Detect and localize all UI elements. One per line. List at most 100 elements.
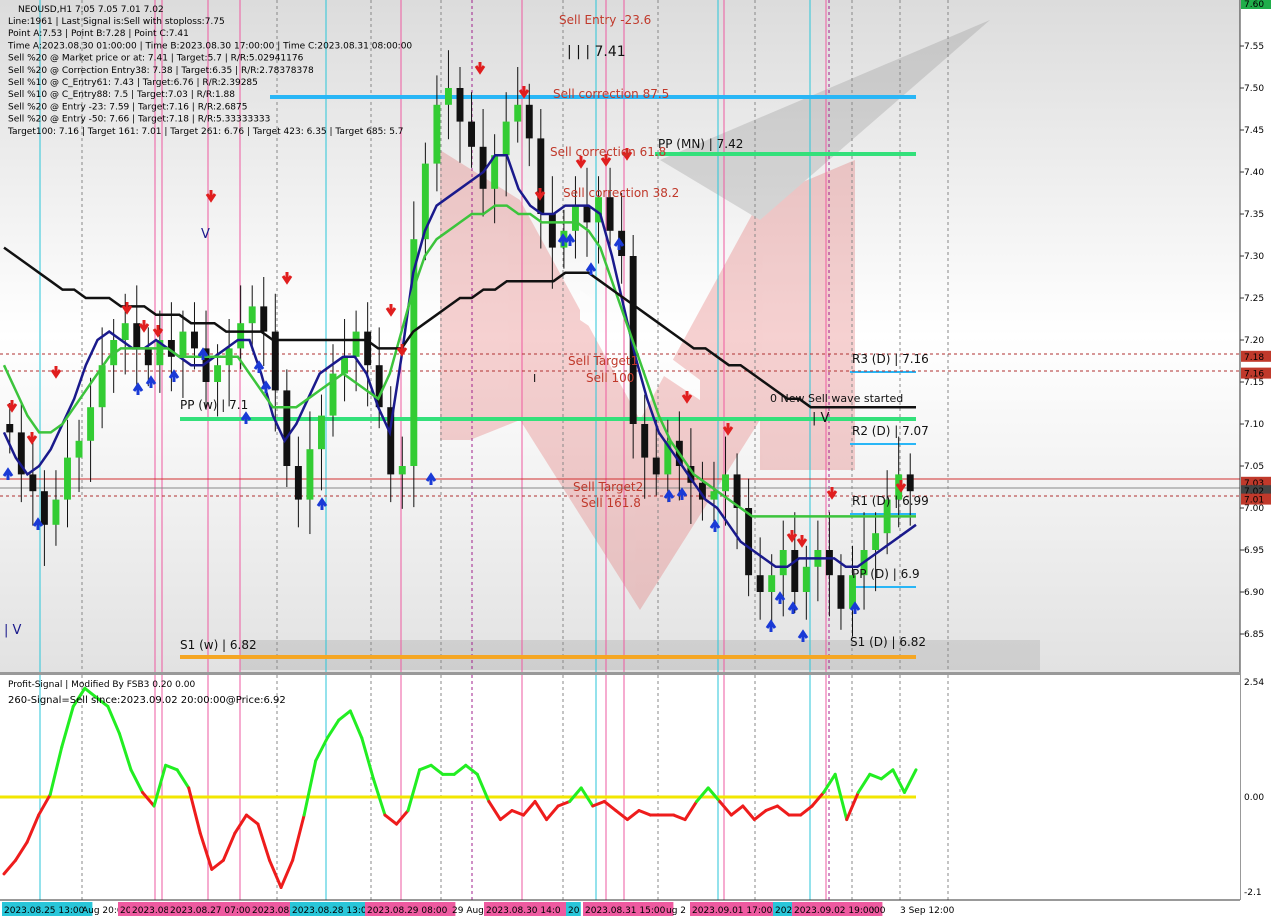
time-label: 20 xyxy=(120,906,132,916)
indicator-tick-label: -2.1 xyxy=(1244,888,1262,898)
candle-body xyxy=(306,449,314,500)
candle-body xyxy=(652,457,660,475)
candle-body xyxy=(40,491,48,525)
price-tick-label: 6.85 xyxy=(1244,630,1264,640)
price-tag-label: 7.60 xyxy=(1244,0,1264,10)
candle-body xyxy=(283,390,291,466)
time-label: 2023.08.31 15:00 xyxy=(585,906,666,916)
candle-body xyxy=(179,331,187,357)
sell-target1-label: Sell Target1 xyxy=(568,354,638,368)
candle-body xyxy=(571,205,579,231)
candle-body xyxy=(260,306,268,332)
info-line: Sell %10 @ C_Entry88: 7.5 | Target:7.03 … xyxy=(8,90,235,100)
pp-monthly-label: PP (MN) | 7.42 xyxy=(658,137,743,151)
info-line: Sell %10 @ C_Entry61: 7.43 | Target:6.76… xyxy=(8,78,258,88)
candle-body xyxy=(294,466,302,500)
time-label: :00 xyxy=(871,906,886,916)
v-mark-top: V xyxy=(201,227,210,242)
indicator-title: Profit-Signal | Modified By FSB3 0.20 0.… xyxy=(8,680,195,690)
price-tick-label: 7.20 xyxy=(1244,336,1264,346)
price-tick-label: 6.90 xyxy=(1244,588,1264,598)
r1-daily-label: R1 (D) | 6.99 xyxy=(852,494,929,508)
pp-weekly-label: PP (w) | 7.1 xyxy=(180,398,248,412)
candle-body xyxy=(456,88,464,122)
info-line: Line:1961 | Last Signal is:Sell with sto… xyxy=(8,17,225,27)
candle-body xyxy=(398,466,406,475)
sell-100-label: Sell 100 xyxy=(586,371,634,385)
sell-1618-label: Sell 161.8 xyxy=(581,496,641,510)
time-label: 29 Aug xyxy=(452,906,484,916)
time-label: 2023.08. xyxy=(132,906,172,916)
indicator-pane[interactable] xyxy=(0,675,1240,900)
candle-body xyxy=(133,323,141,349)
i-mark: I xyxy=(533,372,536,385)
time-label: 2023.08.29 08:00 xyxy=(367,906,448,916)
info-line: Point A:7.53 | Point B:7.28 | Point C:7.… xyxy=(8,29,189,39)
candle-body xyxy=(872,533,880,550)
candle-body xyxy=(364,331,372,366)
time-label: 2023.08. xyxy=(252,906,292,916)
candle-body xyxy=(144,348,152,366)
s1-weekly-label: S1 (w) | 6.82 xyxy=(180,638,257,652)
candle-body xyxy=(525,104,533,139)
price-tag-label: 7.18 xyxy=(1244,353,1264,363)
candle-body xyxy=(837,575,845,609)
price-tick-label: 7.30 xyxy=(1244,252,1264,262)
candle-body xyxy=(191,331,198,349)
time-label: 2023.09.02 19:00 xyxy=(794,906,875,916)
info-line: Sell %20 @ Market price or at: 7.41 | Ta… xyxy=(8,54,304,64)
candle-body xyxy=(444,88,452,105)
indicator-tick-label: 2.54 xyxy=(1244,678,1264,688)
sell-correction-382-label: Sell correction 38.2 xyxy=(563,186,679,200)
price-tick-label: 7.55 xyxy=(1244,42,1264,52)
info-line: Target100: 7.16 | Target 161: 7.01 | Tar… xyxy=(7,127,404,137)
symbol-line: NEOUSD,H1 7.05 7.05 7.01 7.02 xyxy=(18,5,164,15)
candle-body xyxy=(791,550,799,592)
price-tick-label: 7.50 xyxy=(1244,84,1264,94)
time-label: ug 2 xyxy=(666,906,686,916)
candle-body xyxy=(237,323,245,349)
new-wave-label: 0 New Sell wave started xyxy=(770,392,903,405)
trading-chart-window: NEOUSD,H1 7.05 7.05 7.01 7.02 Line:1961 … xyxy=(0,0,1280,920)
candle-body xyxy=(768,575,776,592)
candle-body xyxy=(756,575,764,592)
time-label: 2023.08.30 14:0 xyxy=(486,906,561,916)
time-label: 20 xyxy=(568,906,580,916)
r2-daily-label: R2 (D) | 7.07 xyxy=(852,424,929,438)
price-axis-ticks: 6.856.906.957.007.057.107.157.207.257.30… xyxy=(1240,42,1264,640)
price-tag-label: 7.16 xyxy=(1244,370,1264,380)
candle-body xyxy=(745,508,753,576)
time-label: 2023.08.27 07:00 xyxy=(170,906,251,916)
price-axis[interactable] xyxy=(1240,0,1280,920)
candle-body xyxy=(906,474,914,492)
time-label: 2023.08.25 13:00 xyxy=(4,906,85,916)
candle-body xyxy=(468,121,476,147)
pp-daily-label: PP (D) | 6.9 xyxy=(852,567,920,581)
candle-body xyxy=(75,440,83,458)
pane-separator[interactable] xyxy=(0,672,1240,675)
price-tick-label: 7.10 xyxy=(1244,420,1264,430)
sell-correction-618-label: Sell correction 61.8 xyxy=(550,145,666,159)
info-line: Sell %20 @ Entry -23: 7.59 | Target:7.16… xyxy=(8,102,247,112)
price-tick-label: 7.05 xyxy=(1244,462,1264,472)
candle-body xyxy=(825,550,833,576)
candle-body xyxy=(583,205,591,223)
candle-body xyxy=(29,474,37,492)
price-tick-label: 7.25 xyxy=(1244,294,1264,304)
sell-correction-875-label: Sell correction 87.5 xyxy=(553,87,669,101)
candle-body xyxy=(779,550,787,576)
candle-body xyxy=(87,407,95,441)
info-line: Sell %20 @ Correction Entry38: 7.38 | Ta… xyxy=(8,66,314,76)
indicator-signal: 260-Signal=Sell since:2023.09.02 20:00:0… xyxy=(8,695,286,706)
candle-body xyxy=(352,331,360,357)
time-label: 2023.08.28 13:00 xyxy=(292,906,373,916)
candle-body xyxy=(548,214,556,248)
time-label: 2023.09.01 17:00 xyxy=(692,906,773,916)
candle-body xyxy=(248,306,256,324)
candle-body xyxy=(722,474,729,492)
candle-body xyxy=(341,356,349,374)
candle-body xyxy=(641,424,649,458)
candle-body xyxy=(710,491,718,500)
candle-body xyxy=(606,197,614,231)
candle-body xyxy=(318,415,325,450)
